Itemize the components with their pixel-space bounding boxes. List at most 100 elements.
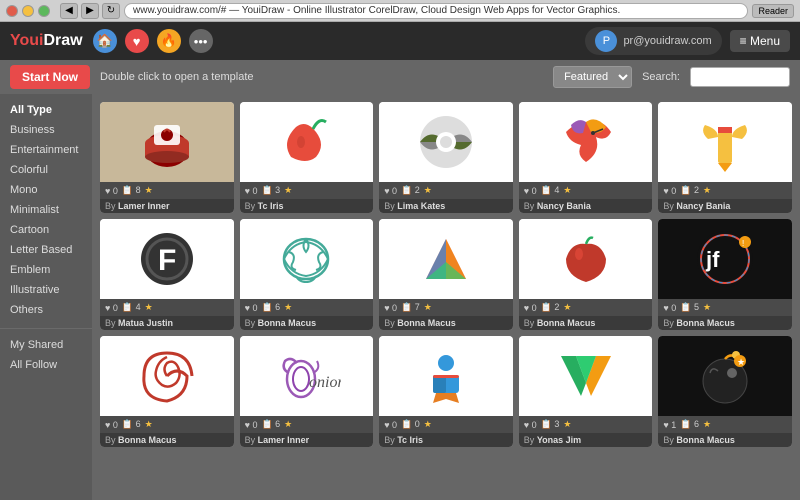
card-byline: By Lamer Inner [100,199,234,213]
start-now-button[interactable]: Start Now [10,65,90,89]
star-icon[interactable]: ★ [145,302,153,313]
sidebar-item-minimalist[interactable]: Minimalist [0,200,92,220]
card-footer: ♥ 0 📋 2 ★ [519,299,653,316]
copy-count: 📋 3 [541,419,560,430]
featured-select[interactable]: Featured Recent Popular [553,66,632,88]
template-card[interactable]: ♥ 0 📋 6 ★ By Bonna Macus [240,219,374,330]
card-footer: ♥ 0 📋 6 ★ [100,416,234,433]
star-icon[interactable]: ★ [563,419,571,430]
template-card[interactable]: ♥ 0 📋 7 ★ By Bonna Macus [379,219,513,330]
star-icon[interactable]: ★ [145,419,153,430]
copy-count: 📋 2 [541,302,560,313]
sidebar-item-others[interactable]: Others [0,300,92,320]
card-footer: ♥ 0 📋 2 ★ [379,182,513,199]
svg-text:★: ★ [737,357,745,367]
sidebar-item-mono[interactable]: Mono [0,180,92,200]
sidebar-item-myshared[interactable]: My Shared [0,335,92,355]
copy-count: 📋 8 [122,185,141,196]
menu-button[interactable]: ≡ Menu [730,30,790,52]
card-byline: By Tc Iris [240,199,374,213]
minimize-btn[interactable] [22,5,34,17]
card-byline: By Lamer Inner [240,433,374,447]
star-icon[interactable]: ★ [703,185,711,196]
like-count: ♥ 0 [663,186,676,196]
copy-count: 📋 4 [541,185,560,196]
forward-btn[interactable]: ▶ [81,3,99,19]
template-card[interactable]: ♥ 0 📋 6 ★ By Bonna Macus [100,336,234,447]
card-footer: ♥ 0 📋 6 ★ [240,416,374,433]
sidebar-item-alltype[interactable]: All Type [0,100,92,120]
home-icon[interactable]: 🏠 [93,29,117,53]
template-card[interactable]: onion ♥ 0 📋 6 ★ By Lamer Inner [240,336,374,447]
browser-chrome: ◀ ▶ ↻ www.youidraw.com/# — YouiDraw - On… [0,0,800,22]
star-icon[interactable]: ★ [703,419,711,430]
card-footer: ♥ 0 📋 4 ★ [100,299,234,316]
sidebar-item-colorful[interactable]: Colorful [0,160,92,180]
star-icon[interactable]: ★ [424,419,432,430]
template-card[interactable]: ♥ 0 📋 0 ★ By Tc Iris [379,336,513,447]
star-icon[interactable]: ★ [284,185,292,196]
reader-button[interactable]: Reader [752,4,794,18]
card-byline: By Bonna Macus [658,433,792,447]
template-card[interactable]: ♥ 0 📋 4 ★ By Nancy Bania [519,102,653,213]
sidebar-divider [0,328,92,329]
sidebar-item-entertainment[interactable]: Entertainment [0,140,92,160]
heart-icon[interactable]: ♥ [125,29,149,53]
sidebar-item-business[interactable]: Business [0,120,92,140]
template-card[interactable]: ♥ 0 📋 3 ★ By Tc Iris [240,102,374,213]
copy-count: 📋 7 [401,302,420,313]
sidebar-item-cartoon[interactable]: Cartoon [0,220,92,240]
more-icon[interactable]: ••• [189,29,213,53]
maximize-btn[interactable] [38,5,50,17]
address-bar[interactable]: www.youidraw.com/# — YouiDraw - Online I… [124,3,748,19]
template-card[interactable]: ♥ 0 📋 3 ★ By Yonas Jim [519,336,653,447]
star-icon[interactable]: ★ [703,302,711,313]
like-count: ♥ 0 [524,186,537,196]
refresh-btn[interactable]: ↻ [102,3,120,19]
star-icon[interactable]: ★ [145,185,153,196]
card-footer: ♥ 0 📋 6 ★ [240,299,374,316]
card-byline: By Bonna Macus [100,433,234,447]
sidebar-user-section: My Shared All Follow [0,335,92,375]
copy-count: 📋 6 [680,419,699,430]
header-icons: 🏠 ♥ 🔥 ••• [93,29,576,53]
like-count: ♥ 0 [105,420,118,430]
copy-count: 📋 2 [401,185,420,196]
sidebar-item-emblem[interactable]: Emblem [0,260,92,280]
card-byline: By Matua Justin [100,316,234,330]
like-count: ♥ 0 [384,186,397,196]
sidebar-item-letterbased[interactable]: Letter Based [0,240,92,260]
sidebar: All Type Business Entertainment Colorful… [0,94,92,500]
template-card[interactable]: ♥ 0 📋 2 ★ By Nancy Bania [658,102,792,213]
star-icon[interactable]: ★ [424,302,432,313]
template-card[interactable]: ♥ 0 📋 8 ★ By Lamer Inner [100,102,234,213]
like-count: ♥ 0 [105,303,118,313]
template-card[interactable]: F ♥ 0 📋 4 ★ By Matua Justin [100,219,234,330]
card-byline: By Lima Kates [379,199,513,213]
copy-count: 📋 2 [680,185,699,196]
copy-count: 📋 3 [261,185,280,196]
search-input[interactable] [690,67,790,87]
sidebar-item-allfollow[interactable]: All Follow [0,355,92,375]
close-btn[interactable] [6,5,18,17]
like-count: ♥ 0 [663,303,676,313]
template-card[interactable]: ♥ 0 📋 2 ★ By Bonna Macus [519,219,653,330]
like-count: ♥ 0 [245,186,258,196]
card-byline: By Bonna Macus [658,316,792,330]
star-icon[interactable]: ★ [563,185,571,196]
fire-icon[interactable]: 🔥 [157,29,181,53]
star-icon[interactable]: ★ [284,419,292,430]
back-btn[interactable]: ◀ [60,3,78,19]
template-card[interactable]: jf ! ♥ 0 📋 5 ★ By Bonna Macus [658,219,792,330]
user-info[interactable]: P pr@youidraw.com [585,27,721,55]
card-footer: ♥ 1 📋 6 ★ [658,416,792,433]
star-icon[interactable]: ★ [284,302,292,313]
copy-count: 📋 0 [401,419,420,430]
star-icon[interactable]: ★ [563,302,571,313]
card-footer: ♥ 0 📋 3 ★ [240,182,374,199]
star-icon[interactable]: ★ [424,185,432,196]
template-card[interactable]: ★ ♥ 1 📋 6 ★ By Bonna Macus [658,336,792,447]
sidebar-item-illustrative[interactable]: Illustrative [0,280,92,300]
template-card[interactable]: ♥ 0 📋 2 ★ By Lima Kates [379,102,513,213]
app-logo: YouiDraw [10,32,83,50]
